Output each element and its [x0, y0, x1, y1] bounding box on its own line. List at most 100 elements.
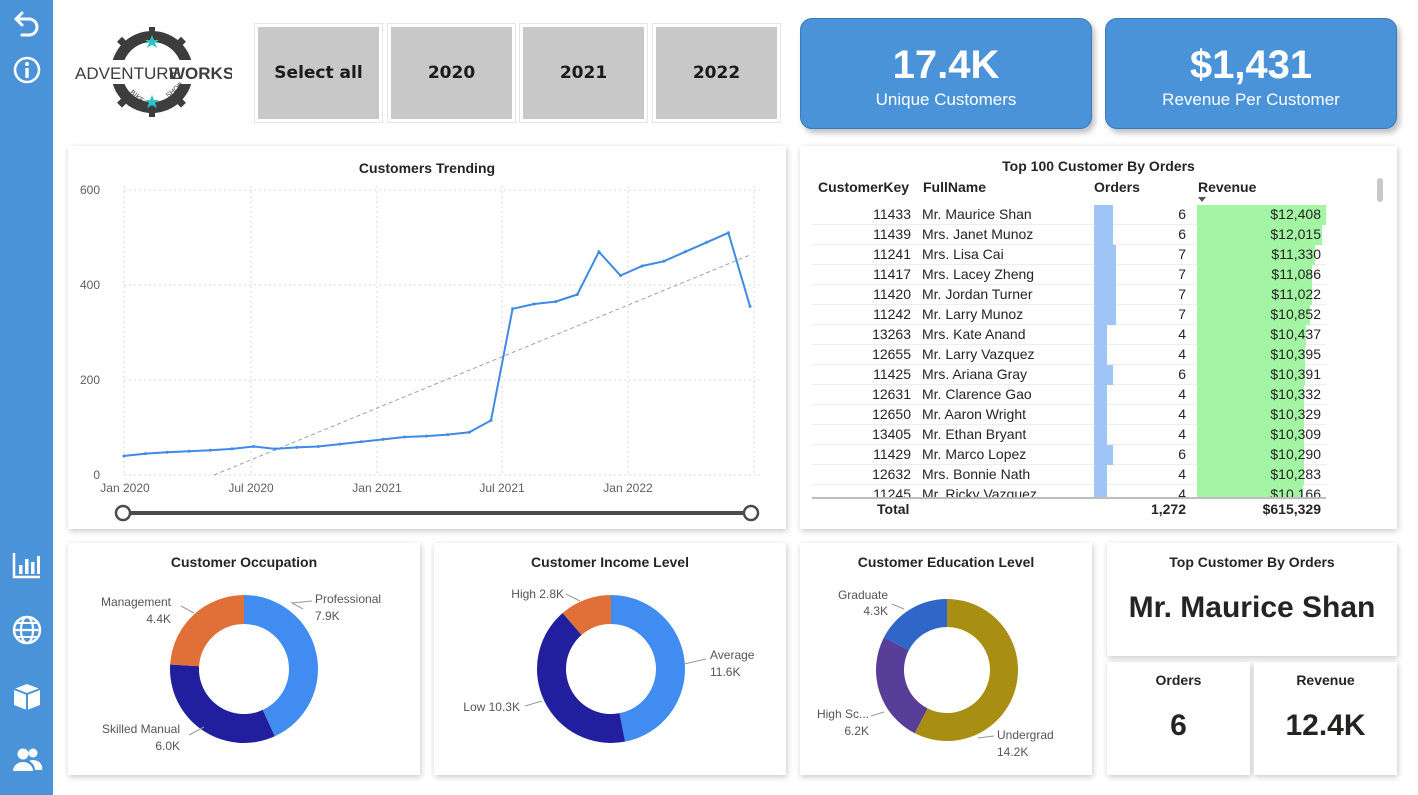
data-point — [662, 259, 666, 263]
occupation-donut-chart: Professional 7.9K Management 4.4K Skille… — [101, 592, 381, 753]
table-row[interactable]: 13405 Mr. Ethan Bryant 4 $10,309 — [812, 425, 1326, 445]
table-row[interactable]: 11425 Mrs. Ariana Gray 6 $10,391 — [812, 365, 1326, 385]
series-group — [122, 231, 752, 458]
slice-value: 6.0K — [155, 739, 180, 753]
slice-label: Skilled Manual — [102, 722, 180, 736]
y-tick-label: 600 — [80, 183, 100, 197]
card-title: Revenue — [1296, 672, 1355, 688]
kpi-value: 17.4K — [892, 43, 1000, 87]
table-row[interactable]: 12631 Mr. Clarence Gao 4 $10,332 — [812, 385, 1326, 405]
kpi-label: Revenue Per Customer — [1162, 90, 1340, 109]
donut-group — [536, 595, 686, 744]
table-total-label: Total — [877, 501, 910, 517]
data-point — [230, 447, 234, 451]
table-row[interactable]: 12650 Mr. Aaron Wright 4 $10,329 — [812, 405, 1326, 425]
cell-revenue: $10,332 — [1270, 386, 1321, 402]
slice-label: Low 10.3K — [463, 700, 520, 714]
cell-fullname: Mrs. Lisa Cai — [922, 246, 1004, 262]
table-total-revenue: $615,329 — [1262, 501, 1321, 517]
cell-customerkey: 11420 — [873, 286, 911, 302]
table-row[interactable]: 12655 Mr. Larry Vazquez 4 $10,395 — [812, 345, 1326, 365]
donut-group — [876, 599, 1019, 741]
table-row[interactable]: 11439 Mrs. Janet Munoz 6 $12,015 — [812, 225, 1326, 245]
cell-orders: 7 — [1178, 286, 1186, 302]
data-point — [122, 454, 126, 458]
cell-revenue: $11,330 — [1271, 246, 1321, 262]
slicer-label: 2022 — [692, 63, 741, 83]
table-row[interactable]: 11417 Mrs. Lacey Zheng 7 $11,086 — [812, 265, 1326, 285]
table-row[interactable]: 12632 Mrs. Bonnie Nath 4 $10,283 — [812, 465, 1326, 485]
table-row[interactable]: 11433 Mr. Maurice Shan 6 $12,408 — [812, 205, 1326, 225]
y-tick-label: 400 — [80, 278, 100, 292]
data-point — [489, 418, 493, 422]
column-header-revenue[interactable]: Revenue — [1198, 179, 1256, 195]
slicer-2020[interactable]: 2020 — [391, 27, 512, 119]
cell-orders: 6 — [1178, 226, 1186, 242]
navigation-bar — [0, 0, 53, 795]
cell-orders: 6 — [1178, 366, 1186, 382]
revenue-card: Revenue 12.4K — [1254, 662, 1397, 775]
slicer-2022[interactable]: 2022 — [656, 27, 777, 119]
slice-value: 7.9K — [315, 609, 340, 623]
table-title: Top 100 Customer By Orders — [1002, 158, 1195, 174]
cell-revenue: $10,395 — [1270, 346, 1321, 362]
column-header-customerkey[interactable]: CustomerKey — [818, 179, 909, 195]
cell-revenue: $10,437 — [1270, 326, 1321, 342]
series-line — [123, 231, 751, 457]
cell-revenue: $10,852 — [1270, 306, 1321, 322]
globe-icon[interactable] — [9, 612, 45, 648]
data-point — [511, 307, 515, 311]
cell-customerkey: 12650 — [872, 406, 911, 422]
users-icon[interactable] — [9, 742, 45, 778]
info-icon[interactable] — [9, 52, 45, 88]
data-point — [446, 433, 450, 437]
data-point — [338, 442, 342, 446]
back-arrow-icon[interactable] — [9, 4, 45, 40]
table-row[interactable]: 11242 Mr. Larry Munoz 7 $10,852 — [812, 305, 1326, 325]
table-scrollbar[interactable] — [1377, 178, 1383, 202]
card-title: Orders — [1155, 672, 1202, 688]
column-header-fullname[interactable]: FullName — [923, 179, 986, 195]
slice-value: 4.3K — [863, 604, 888, 618]
cell-customerkey: 11429 — [873, 446, 911, 462]
cell-customerkey: 11417 — [873, 266, 911, 282]
data-point — [403, 435, 407, 439]
cell-customerkey: 11241 — [873, 246, 911, 262]
cell-customerkey: 11439 — [873, 226, 911, 242]
slice-value: 11.6K — [710, 665, 740, 679]
slicer-2021[interactable]: 2021 — [523, 27, 644, 119]
slice-average[interactable] — [611, 595, 686, 742]
slice-high-school[interactable] — [876, 637, 928, 734]
slicer-select-all[interactable]: Select all — [258, 27, 379, 119]
cell-revenue: $10,283 — [1270, 466, 1321, 482]
table-row[interactable]: 11241 Mrs. Lisa Cai 7 $11,330 — [812, 245, 1326, 265]
leader-line — [565, 593, 581, 602]
cell-orders: 6 — [1178, 446, 1186, 462]
box-icon[interactable] — [9, 678, 45, 714]
data-point — [554, 300, 558, 304]
range-slider-start-handle[interactable] — [114, 504, 132, 522]
y-tick-label: 0 — [93, 468, 100, 482]
cell-customerkey: 12631 — [872, 386, 911, 402]
table-row[interactable]: 11420 Mr. Jordan Turner 7 $11,022 — [812, 285, 1326, 305]
column-header-orders[interactable]: Orders — [1094, 179, 1140, 195]
data-point — [381, 437, 385, 441]
cell-revenue: $10,391 — [1270, 366, 1321, 382]
cell-fullname: Mr. Jordan Turner — [922, 286, 1033, 302]
cell-fullname: Mr. Clarence Gao — [922, 386, 1032, 402]
kpi-revenue-per-customer: $1,431 Revenue Per Customer — [1105, 18, 1397, 129]
slice-label: Undergrad — [997, 728, 1054, 742]
range-slider-end-handle[interactable] — [742, 504, 760, 522]
slice-skilled-manual[interactable] — [169, 664, 275, 744]
kpi-label: Unique Customers — [875, 90, 1017, 109]
table-row[interactable]: 11429 Mr. Marco Lopez 6 $10,290 — [812, 445, 1326, 465]
customers-trending-chart: 600 400 200 0 Jan 2020 Jul 2020 Jan 2021… — [80, 183, 760, 522]
cell-orders: 6 — [1178, 206, 1186, 222]
bar-chart-icon[interactable] — [9, 547, 45, 583]
slice-label: High 2.8K — [511, 587, 564, 601]
cell-fullname: Mrs. Ariana Gray — [922, 366, 1028, 382]
top-customer-card: Top Customer By Orders Mr. Maurice Shan — [1107, 543, 1397, 656]
leader-line — [524, 700, 543, 707]
slicer-label: Select all — [274, 63, 363, 83]
table-row[interactable]: 13263 Mrs. Kate Anand 4 $10,437 — [812, 325, 1326, 345]
